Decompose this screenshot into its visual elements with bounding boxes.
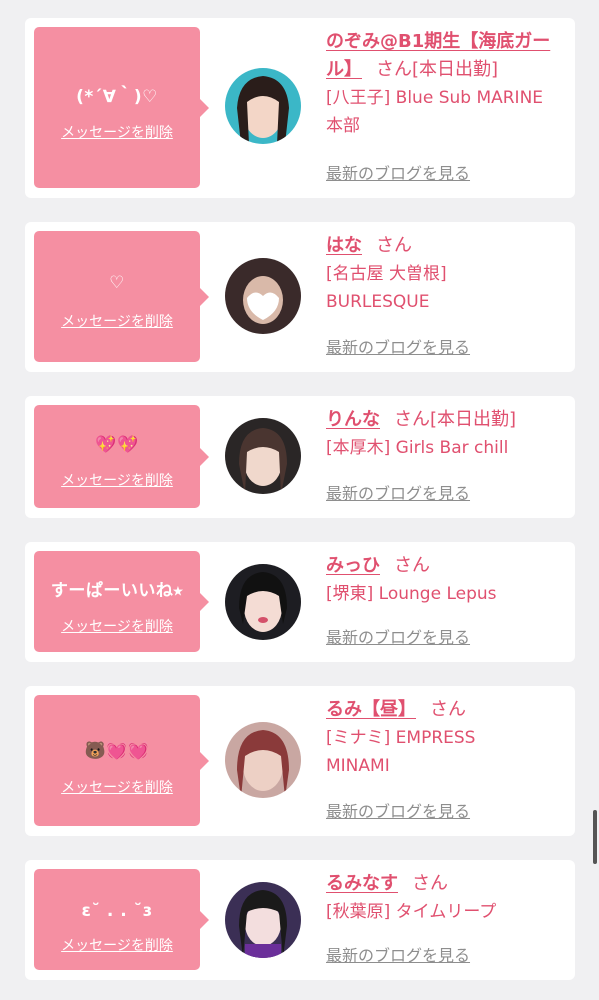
latest-blog-link[interactable]: 最新のブログを見る: [326, 164, 470, 184]
message-card: 🐻💓💓 メッセージを削除 るみ【昼】 さん [ミナミ] EMPRESS MINAM…: [25, 686, 575, 836]
message-bubble: ɛ˘ . . ˘ɜ メッセージを削除: [34, 869, 209, 970]
message-text: 💖💖: [95, 435, 139, 455]
avatar[interactable]: [225, 258, 301, 334]
san-label: さん: [376, 59, 412, 80]
shop-label: [秋葉原] タイムリープ: [326, 902, 497, 922]
girl-info: のぞみ@B1期生【海底ガール】 さん[本日出勤] [八王子] Blue Sub M…: [326, 28, 561, 140]
message-card: 💖💖 メッセージを削除 りんな さん[本日出勤] [本厚木] Girls Bar …: [25, 396, 575, 518]
status-label: [本日出勤]: [412, 59, 499, 80]
girl-info: るみ【昼】 さん [ミナミ] EMPRESS MINAMI: [326, 696, 561, 780]
girl-info: りんな さん[本日出勤] [本厚木] Girls Bar chill: [326, 406, 561, 462]
message-text: (*´∀｀)♡: [76, 87, 158, 107]
shop-label: [堺東] Lounge Lepus: [326, 584, 497, 604]
avatar[interactable]: [225, 882, 301, 958]
delete-message-link[interactable]: メッセージを削除: [34, 779, 200, 797]
girl-info: はな さん [名古屋 大曽根] BURLESQUE: [326, 232, 561, 316]
girl-info: るみなす さん [秋葉原] タイムリープ: [326, 870, 561, 926]
shop-label: [ミナミ] EMPRESS MINAMI: [326, 728, 476, 776]
message-card: (*´∀｀)♡ メッセージを削除 のぞみ@B1期生【海底ガール】 さん[本日出勤]…: [25, 18, 575, 198]
avatar[interactable]: [225, 722, 301, 798]
girl-name-link[interactable]: りんな: [326, 409, 380, 430]
latest-blog-link[interactable]: 最新のブログを見る: [326, 484, 470, 504]
message-card: ɛ˘ . . ˘ɜ メッセージを削除 るみなす さん [秋葉原] タイムリープ 最…: [25, 860, 575, 980]
latest-blog-link[interactable]: 最新のブログを見る: [326, 338, 470, 358]
san-label: さん: [376, 235, 412, 256]
status-label: [本日出勤]: [430, 409, 517, 430]
message-bubble: 💖💖 メッセージを削除: [34, 405, 209, 508]
delete-message-link[interactable]: メッセージを削除: [34, 124, 200, 142]
message-text: ɛ˘ . . ˘ɜ: [81, 901, 153, 921]
message-bubble: 🐻💓💓 メッセージを削除: [34, 695, 209, 826]
avatar[interactable]: [225, 564, 301, 640]
message-text: ♡: [109, 273, 125, 293]
avatar[interactable]: [225, 418, 301, 494]
message-card: ♡ メッセージを削除 はな さん [名古屋 大曽根] BURLESQUE 最新のブ…: [25, 222, 575, 372]
shop-label: [八王子] Blue Sub MARINE 本部: [326, 88, 544, 136]
delete-message-link[interactable]: メッセージを削除: [34, 313, 200, 331]
girl-info: みっひ さん [堺東] Lounge Lepus: [326, 552, 561, 608]
shop-label: [名古屋 大曽根] BURLESQUE: [326, 264, 447, 312]
girl-name-link[interactable]: るみ【昼】: [326, 699, 416, 720]
delete-message-link[interactable]: メッセージを削除: [34, 937, 200, 955]
girl-name-link[interactable]: みっひ: [326, 555, 380, 576]
message-bubble: (*´∀｀)♡ メッセージを削除: [34, 27, 209, 188]
shop-label: [本厚木] Girls Bar chill: [326, 438, 509, 458]
delete-message-link[interactable]: メッセージを削除: [34, 618, 200, 636]
girl-name-link[interactable]: はな: [326, 235, 362, 256]
message-text: すーぱーいいね⭑: [50, 581, 184, 601]
san-label: さん: [412, 873, 448, 894]
latest-blog-link[interactable]: 最新のブログを見る: [326, 946, 470, 966]
delete-message-link[interactable]: メッセージを削除: [34, 472, 200, 490]
latest-blog-link[interactable]: 最新のブログを見る: [326, 628, 470, 648]
san-label: さん: [394, 555, 430, 576]
san-label: さん: [394, 409, 430, 430]
message-bubble: ♡ メッセージを削除: [34, 231, 209, 362]
message-card: すーぱーいいね⭑ メッセージを削除 みっひ さん [堺東] Lounge Lepu…: [25, 542, 575, 662]
latest-blog-link[interactable]: 最新のブログを見る: [326, 802, 470, 822]
scrollbar[interactable]: [593, 810, 597, 864]
message-bubble: すーぱーいいね⭑ メッセージを削除: [34, 551, 209, 652]
message-list: (*´∀｀)♡ メッセージを削除 のぞみ@B1期生【海底ガール】 さん[本日出勤]…: [0, 0, 599, 1000]
girl-name-link[interactable]: るみなす: [326, 873, 398, 894]
message-text: 🐻💓💓: [84, 741, 150, 761]
san-label: さん: [430, 699, 466, 720]
avatar[interactable]: [225, 68, 301, 144]
